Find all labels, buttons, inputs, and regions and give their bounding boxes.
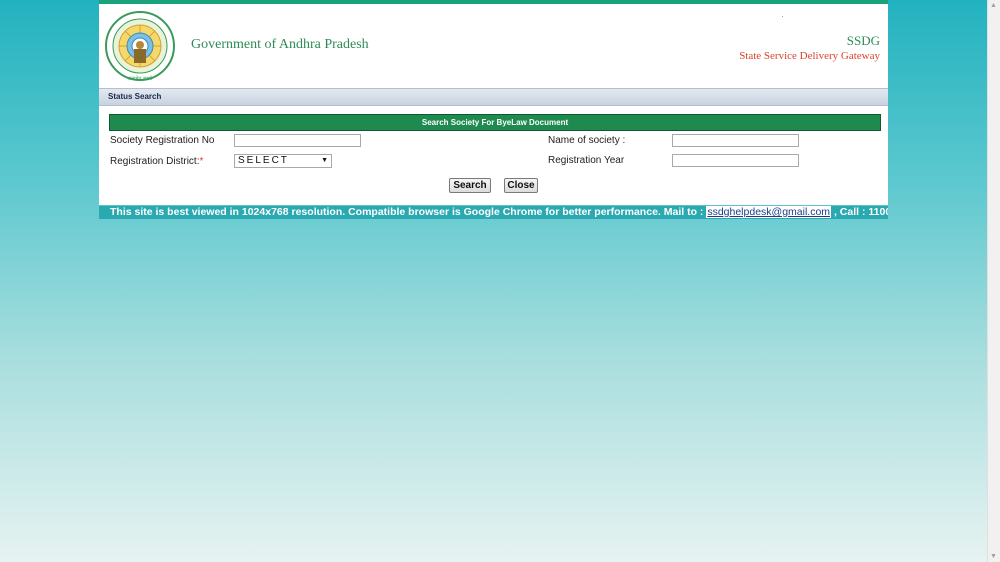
breadcrumb: Status Search — [99, 88, 888, 106]
footer-call: , Call : 1100 — [831, 206, 888, 218]
site-header: सत्यमेव जयते Government of Andhra Prades… — [99, 4, 888, 88]
close-button[interactable]: Close — [504, 178, 538, 193]
government-title: Government of Andhra Pradesh — [191, 37, 369, 52]
required-asterisk: * — [199, 156, 204, 167]
ssdg-branding: SSDG State Service Delivery Gateway — [739, 33, 880, 62]
society-reg-no-input[interactable] — [234, 134, 361, 147]
search-form: Search Society For ByeLaw Document Socie… — [99, 106, 888, 196]
ssdg-abbreviation: SSDG — [846, 33, 880, 48]
scroll-up-icon[interactable]: ▲ — [990, 2, 997, 9]
caret-down-icon: ▼ — [321, 157, 328, 164]
vertical-scrollbar[interactable]: ▲ ▼ — [987, 0, 1000, 562]
search-button[interactable]: Search — [449, 178, 491, 193]
reg-district-label: Registration District: — [110, 156, 200, 167]
svg-text:सत्यमेव जयते: सत्यमेव जयते — [128, 75, 153, 82]
reg-year-label: Registration Year — [548, 155, 625, 166]
andhra-pradesh-emblem-logo: सत्यमेव जयते — [105, 11, 175, 82]
footer-bar: This site is best viewed in 1024x768 res… — [99, 205, 888, 219]
header-dot — [782, 16, 783, 17]
page-container: सत्यमेव जयते Government of Andhra Prades… — [99, 0, 888, 219]
form-bottom-padding — [99, 196, 888, 205]
name-of-society-label: Name of society : — [548, 135, 626, 146]
reg-district-label-wrap: Registration District:* — [110, 156, 203, 167]
breadcrumb-label: Status Search — [108, 92, 162, 101]
name-of-society-input[interactable] — [672, 134, 799, 147]
footer-text: This site is best viewed in 1024x768 res… — [110, 206, 707, 218]
form-title: Search Society For ByeLaw Document — [109, 114, 881, 131]
reg-district-select[interactable]: SELECT ▼ — [234, 154, 332, 168]
ssdg-full-name: State Service Delivery Gateway — [739, 50, 880, 62]
society-reg-no-label: Society Registration No — [110, 135, 215, 146]
scroll-down-icon[interactable]: ▼ — [990, 553, 997, 560]
reg-year-input[interactable] — [672, 154, 799, 167]
reg-district-selected-value: SELECT — [238, 155, 289, 166]
helpdesk-email-link[interactable]: ssdghelpdesk@gmail.com — [706, 206, 832, 218]
